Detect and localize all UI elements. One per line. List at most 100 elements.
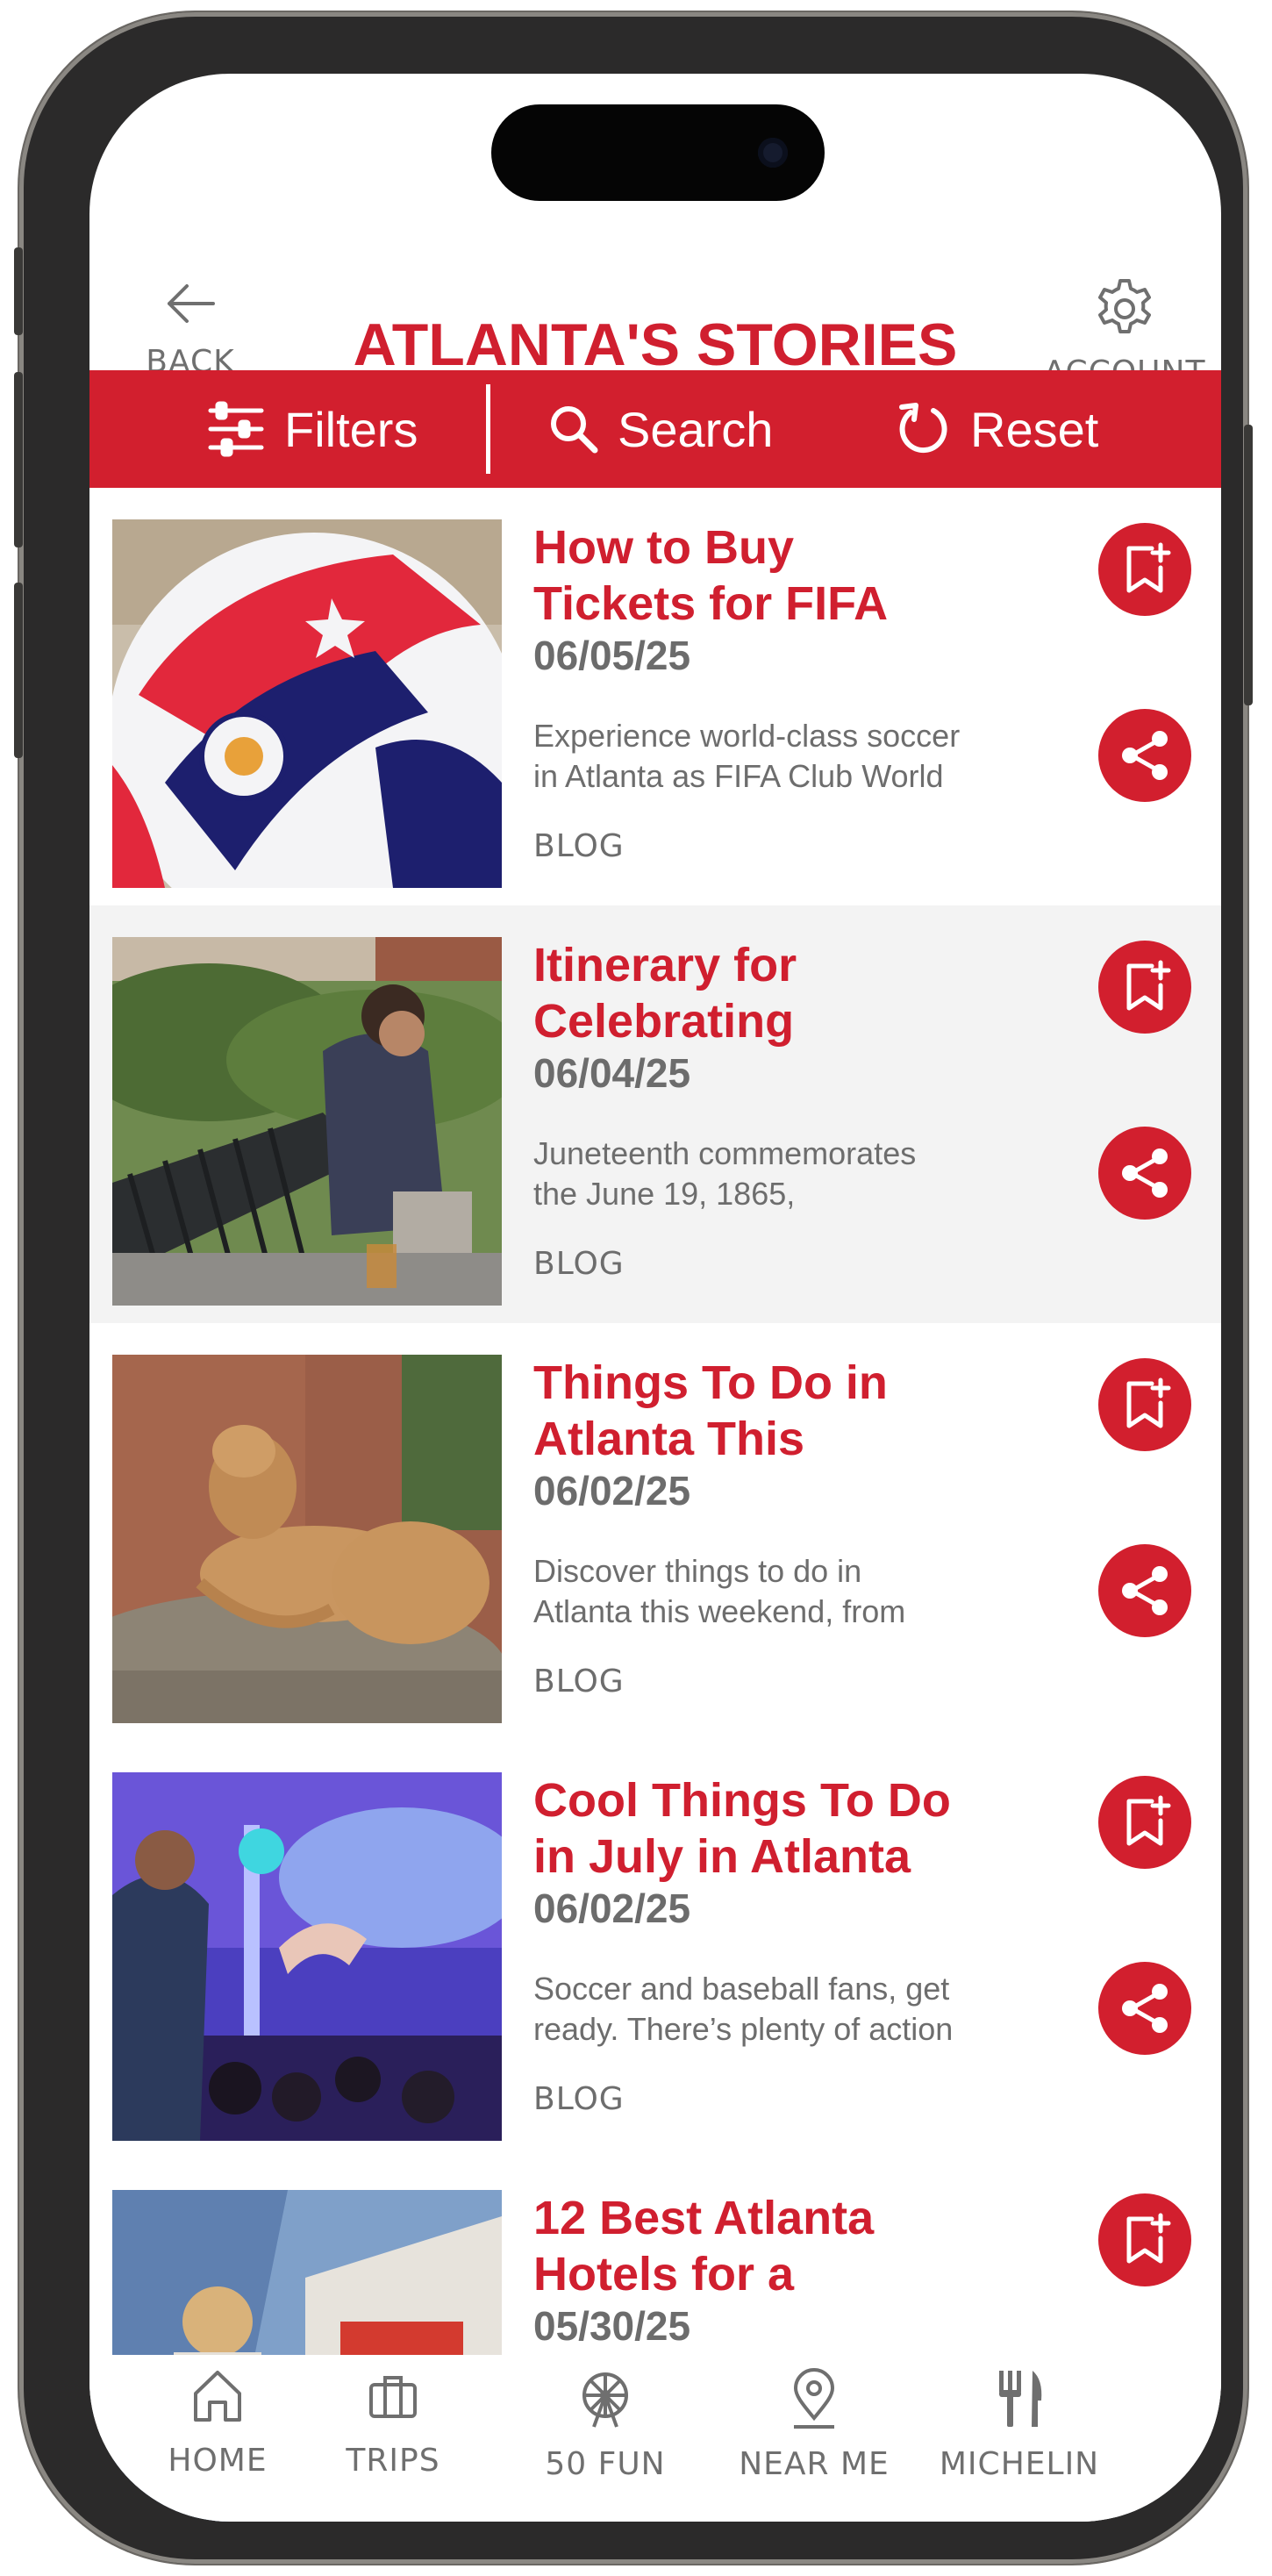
volume-up-button bbox=[14, 372, 23, 547]
story-title-line: Celebrating bbox=[533, 995, 795, 1048]
app-screen: BACK ATLANTA'S STORIES ACCOUNT bbox=[89, 74, 1221, 2522]
story-date: 06/05/25 bbox=[533, 633, 691, 678]
filters-button[interactable]: Filters bbox=[205, 370, 418, 488]
refresh-icon bbox=[899, 403, 947, 454]
story-card[interactable]: Things To Do in Atlanta This 06/02/25 Di… bbox=[89, 1323, 1221, 1741]
story-title-line: 12 Best Atlanta bbox=[533, 2192, 875, 2244]
story-title[interactable]: Things To Do in Atlanta This bbox=[533, 1355, 1060, 1467]
nav-home[interactable]: HOME bbox=[121, 2365, 314, 2479]
power-button bbox=[1244, 425, 1253, 705]
sliders-icon bbox=[208, 401, 264, 457]
story-desc-line: in Atlanta as FIFA Club World bbox=[533, 758, 944, 794]
reset-label: Reset bbox=[970, 401, 1099, 457]
story-description: Soccer and baseball fans, get ready. The… bbox=[533, 1969, 1077, 2050]
volume-down-button bbox=[14, 583, 23, 758]
story-date: 06/04/25 bbox=[533, 1050, 691, 1096]
save-button[interactable] bbox=[1098, 523, 1191, 616]
bookmark-plus-icon bbox=[1126, 2213, 1171, 2264]
story-card[interactable]: Itinerary for Celebrating 06/04/25 Junet… bbox=[89, 905, 1221, 1323]
story-desc-line: Juneteenth commemorates bbox=[533, 1135, 917, 1171]
share-icon bbox=[1122, 1984, 1168, 2033]
share-icon bbox=[1122, 1566, 1168, 1615]
park-bench-image bbox=[112, 937, 502, 1306]
story-desc-line: Discover things to do in bbox=[533, 1553, 862, 1589]
bookmark-plus-icon bbox=[1126, 1795, 1171, 1846]
story-title-line: Cool Things To Do bbox=[533, 1774, 951, 1827]
story-title-line: in July in Atlanta bbox=[533, 1830, 911, 1883]
story-title-line: Itinerary for bbox=[533, 939, 797, 991]
soccer-ball-image bbox=[112, 519, 502, 888]
share-button[interactable] bbox=[1098, 1127, 1191, 1220]
save-button[interactable] bbox=[1098, 1358, 1191, 1451]
bookmark-plus-icon bbox=[1126, 1377, 1171, 1428]
share-button[interactable] bbox=[1098, 709, 1191, 802]
search-label: Search bbox=[618, 401, 774, 457]
search-button[interactable]: Search bbox=[547, 370, 773, 488]
story-thumbnail bbox=[112, 937, 502, 1306]
nav-michelin-label: MICHELIN bbox=[939, 2446, 1100, 2482]
nav-michelin[interactable]: MICHELIN bbox=[923, 2365, 1116, 2482]
reset-button[interactable]: Reset bbox=[895, 370, 1098, 488]
map-pin-icon bbox=[793, 2368, 835, 2429]
story-description: Discover things to do in Atlanta this we… bbox=[533, 1551, 1077, 1632]
share-button[interactable] bbox=[1098, 1962, 1191, 2055]
nav-home-label: HOME bbox=[168, 2443, 268, 2479]
fork-knife-icon bbox=[999, 2371, 1042, 2427]
story-title-line: Things To Do in bbox=[533, 1356, 888, 1409]
nav-fun-label: 50 FUN bbox=[545, 2446, 666, 2482]
story-category: BLOG bbox=[533, 2081, 625, 2117]
story-title-line: How to Buy bbox=[533, 521, 794, 574]
story-desc-line: the June 19, 1865, bbox=[533, 1176, 796, 1212]
story-card[interactable]: How to Buy Tickets for FIFA 06/05/25 Exp… bbox=[89, 488, 1221, 905]
search-icon bbox=[551, 406, 598, 454]
story-category: BLOG bbox=[533, 1664, 625, 1699]
story-date: 06/02/25 bbox=[533, 1885, 691, 1931]
action-bar: Filters Search Reset bbox=[89, 370, 1221, 488]
save-button[interactable] bbox=[1098, 1776, 1191, 1869]
story-title-line: Tickets for FIFA bbox=[533, 577, 889, 630]
story-description: Experience world-class soccer in Atlanta… bbox=[533, 716, 1077, 797]
story-title[interactable]: 12 Best Atlanta Hotels for a bbox=[533, 2190, 1060, 2302]
story-title-line: Atlanta This bbox=[533, 1413, 805, 1465]
bookmark-plus-icon bbox=[1126, 960, 1171, 1011]
nav-50-fun[interactable]: 50 FUN bbox=[509, 2365, 702, 2482]
nav-trips-label: TRIPS bbox=[346, 2443, 440, 2479]
nav-near-me[interactable]: NEAR ME bbox=[718, 2365, 911, 2482]
mute-switch bbox=[14, 247, 23, 335]
story-desc-line: ready. There’s plenty of action bbox=[533, 2011, 954, 2047]
nav-trips[interactable]: TRIPS bbox=[297, 2365, 490, 2479]
share-button[interactable] bbox=[1098, 1544, 1191, 1637]
story-title[interactable]: Cool Things To Do in July in Atlanta bbox=[533, 1772, 1060, 1885]
story-category: BLOG bbox=[533, 828, 625, 864]
story-date: 05/30/25 bbox=[533, 2303, 691, 2349]
story-thumbnail bbox=[112, 1772, 502, 2141]
story-card[interactable]: Cool Things To Do in July in Atlanta 06/… bbox=[89, 1741, 1221, 2158]
story-desc-line: Experience world-class soccer bbox=[533, 718, 961, 754]
gear-icon bbox=[1098, 279, 1151, 333]
lion-cubs-image bbox=[112, 1355, 502, 1723]
share-icon bbox=[1122, 731, 1168, 780]
camera-icon bbox=[758, 138, 788, 168]
story-desc-line: Atlanta this weekend, from bbox=[533, 1593, 906, 1629]
phone-frame: BACK ATLANTA'S STORIES ACCOUNT bbox=[14, 12, 1253, 2564]
filters-label: Filters bbox=[284, 401, 418, 457]
bookmark-plus-icon bbox=[1126, 542, 1171, 593]
save-button[interactable] bbox=[1098, 2193, 1191, 2286]
ferris-wheel-icon bbox=[582, 2372, 628, 2428]
aerial-show-image bbox=[112, 1772, 502, 2141]
story-date: 06/02/25 bbox=[533, 1468, 691, 1513]
save-button[interactable] bbox=[1098, 941, 1191, 1034]
story-description: Juneteenth commemorates the June 19, 186… bbox=[533, 1134, 1077, 1214]
dynamic-island bbox=[491, 104, 825, 201]
story-title[interactable]: Itinerary for Celebrating bbox=[533, 937, 1060, 1049]
nav-near-label: NEAR ME bbox=[739, 2446, 890, 2482]
bottom-nav: HOME TRIPS 50 FUN NEAR ME MICHELIN bbox=[89, 2355, 1221, 2522]
story-category: BLOG bbox=[533, 1246, 625, 1282]
home-icon bbox=[194, 2371, 241, 2422]
story-thumbnail bbox=[112, 519, 502, 888]
story-thumbnail bbox=[112, 1355, 502, 1723]
story-desc-line: Soccer and baseball fans, get bbox=[533, 1971, 950, 2007]
story-title[interactable]: How to Buy Tickets for FIFA bbox=[533, 519, 1060, 632]
story-title-line: Hotels for a bbox=[533, 2248, 795, 2301]
bar-divider bbox=[486, 384, 490, 474]
